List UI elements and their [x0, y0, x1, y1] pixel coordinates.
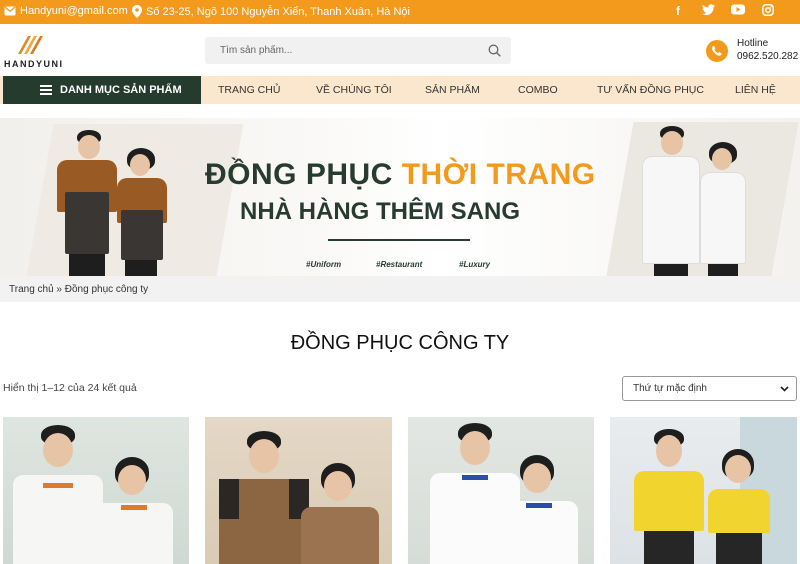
banner-model-chef-male [640, 126, 702, 276]
product-card-image[interactable] [205, 417, 392, 564]
header: HANDYUNI Hotline 0962.520.282 [0, 24, 800, 76]
topbar-address[interactable]: Số 23-25, Ngõ 100 Nguyễn Xiển, Thanh Xuâ… [132, 5, 410, 18]
nav-item-about[interactable]: VỀ CHÚNG TÔI [316, 76, 392, 104]
phone-icon [706, 40, 728, 62]
results-count: Hiển thị 1–12 của 24 kết quả [3, 382, 137, 394]
nav-item-home[interactable]: TRANG CHỦ [218, 76, 280, 104]
category-menu-button[interactable]: DANH MỤC SẢN PHẨM [3, 76, 201, 104]
hero-banner[interactable]: ĐỒNG PHỤC THỜI TRANG NHÀ HÀNG THÊM SANG … [0, 118, 800, 276]
sort-select[interactable]: Thứ tự mặc định [622, 376, 797, 401]
logo-text: HANDYUNI [4, 59, 64, 69]
banner-tag-restaurant: #Restaurant [376, 260, 423, 269]
twitter-icon[interactable] [700, 4, 716, 20]
facebook-icon[interactable]: f [670, 4, 686, 20]
mail-icon [4, 6, 16, 16]
product-card-image[interactable] [610, 417, 797, 564]
banner-tag-luxury: #Luxury [459, 260, 491, 269]
banner-headline-2: NHÀ HÀNG THÊM SANG [240, 198, 520, 225]
search-box [205, 37, 511, 64]
banner-tag-uniform: #Uniform [306, 260, 342, 269]
search-input[interactable] [205, 37, 465, 64]
address-text: Số 23-25, Ngõ 100 Nguyễn Xiển, Thanh Xuâ… [146, 5, 410, 18]
nav-item-contact[interactable]: LIÊN HỆ [735, 76, 776, 104]
nav-item-products[interactable]: SẢN PHẨM [425, 76, 480, 104]
top-bar: Handyuni@gmail.com Số 23-25, Ngõ 100 Ngu… [0, 0, 800, 24]
main-nav: DANH MỤC SẢN PHẨM TRANG CHỦ VỀ CHÚNG TÔI… [0, 76, 800, 104]
product-card-image[interactable] [408, 417, 594, 564]
nav-item-combo[interactable]: COMBO [518, 76, 558, 104]
site-logo[interactable]: HANDYUNI [4, 32, 64, 72]
banner-headline-highlight: THỜI TRANG [401, 158, 596, 191]
topbar-email[interactable]: Handyuni@gmail.com [4, 5, 128, 17]
hamburger-icon [40, 85, 52, 95]
page-title: ĐỒNG PHỤC CÔNG TY [290, 332, 510, 354]
sort-selected-value: Thứ tự mặc định [633, 383, 707, 394]
banner-model-waiter-female [115, 148, 170, 276]
email-text: Handyuni@gmail.com [20, 5, 128, 17]
product-card-image[interactable] [3, 417, 189, 564]
instagram-icon[interactable] [760, 4, 776, 20]
banner-headline-1: ĐỒNG PHỤC THỜI TRANG [205, 158, 596, 191]
search-icon[interactable] [488, 44, 501, 57]
hotline-label: Hotline [737, 38, 769, 49]
hotline-number: 0962.520.282 [737, 51, 799, 62]
banner-model-chef-female [698, 142, 748, 276]
logo-mark-icon [18, 36, 43, 54]
location-pin-icon [132, 5, 142, 18]
social-links: f [670, 4, 776, 20]
nav-item-uniform-consulting[interactable]: TƯ VẤN ĐỒNG PHỤC [597, 76, 704, 104]
banner-divider [328, 239, 470, 241]
chevron-down-icon [780, 386, 789, 392]
banner-model-waiter-male [55, 130, 120, 276]
breadcrumb[interactable]: Trang chủ » Đồng phục công ty [0, 276, 800, 302]
category-menu-label: DANH MỤC SẢN PHẨM [60, 84, 182, 96]
youtube-icon[interactable] [730, 4, 746, 20]
